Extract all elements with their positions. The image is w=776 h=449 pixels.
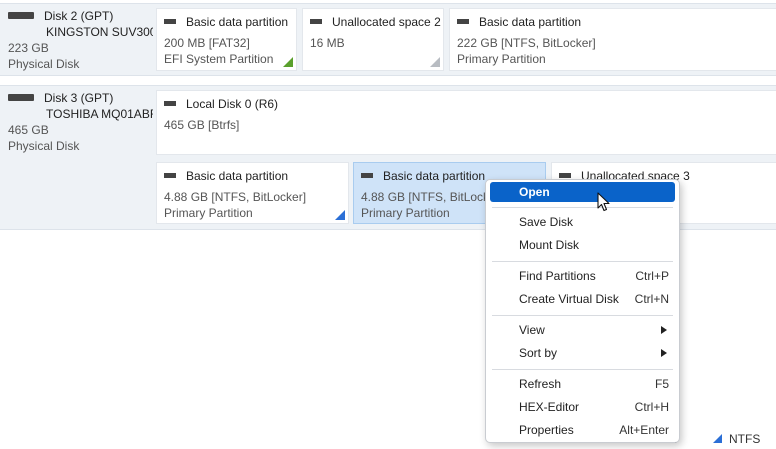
- submenu-arrow-icon: [661, 326, 667, 334]
- legend-ntfs-label: NTFS: [729, 432, 761, 446]
- partition-icon: [559, 173, 571, 179]
- disk-name: Disk 2 (GPT): [44, 9, 114, 23]
- hard-disk-icon: [8, 94, 34, 102]
- partition-title: Basic data partition: [383, 169, 486, 183]
- menu-item-properties[interactable]: Properties Alt+Enter: [490, 420, 675, 440]
- disk-info[interactable]: Disk 2 (GPT) KINGSTON SUV300S 223 GB Phy…: [8, 8, 153, 72]
- menu-shortcut: Ctrl+H: [634, 400, 669, 414]
- menu-item-view[interactable]: View: [490, 320, 675, 340]
- volume-size: 465 GB [Btrfs]: [164, 118, 240, 132]
- menu-item-find-partitions[interactable]: Find Partitions Ctrl+P: [490, 266, 675, 286]
- volume-icon: [164, 101, 176, 107]
- partition-tile[interactable]: Unallocated space 2 16 MB: [302, 8, 444, 71]
- partition-icon: [164, 19, 176, 25]
- partition-size: 200 MB [FAT32]: [164, 36, 250, 50]
- menu-separator: [492, 207, 673, 208]
- menu-item-mount-disk[interactable]: Mount Disk: [490, 235, 675, 255]
- menu-item-label: Find Partitions: [519, 269, 596, 283]
- menu-item-label: Open: [519, 185, 550, 199]
- menu-shortcut: Ctrl+P: [635, 269, 669, 283]
- menu-separator: [492, 369, 673, 370]
- partition-type: Primary Partition: [457, 52, 546, 66]
- partition-size: 222 GB [NTFS, BitLocker]: [457, 36, 596, 50]
- menu-shortcut: Alt+Enter: [619, 423, 669, 437]
- hard-disk-icon: [8, 12, 34, 20]
- disk-model: KINGSTON SUV300S: [46, 25, 153, 39]
- unallocated-marker-icon: [430, 57, 440, 67]
- menu-item-refresh[interactable]: Refresh F5: [490, 374, 675, 394]
- menu-item-save-disk[interactable]: Save Disk: [490, 212, 675, 232]
- partition-size: 4.88 GB [NTFS, BitLocker]: [164, 190, 307, 204]
- disk-kind: Physical Disk: [8, 139, 80, 153]
- menu-item-label: Sort by: [519, 346, 558, 360]
- partition-title: Basic data partition: [479, 15, 582, 29]
- menu-separator: [492, 261, 673, 262]
- menu-item-label: Save Disk: [519, 215, 574, 229]
- menu-shortcut: F5: [654, 377, 669, 391]
- disk-info[interactable]: Disk 3 (GPT) TOSHIBA MQ01ABF0 465 GB Phy…: [8, 90, 153, 154]
- partition-title: Unallocated space 2: [332, 15, 441, 29]
- partition-type: EFI System Partition: [164, 52, 274, 66]
- menu-item-label: Refresh: [519, 377, 562, 391]
- partition-tile[interactable]: Basic data partition 4.88 GB [NTFS, BitL…: [156, 162, 349, 224]
- ntfs-legend-icon: [713, 434, 722, 443]
- legend-ntfs: NTFS: [713, 432, 760, 446]
- menu-shortcut: Ctrl+N: [634, 292, 669, 306]
- mouse-cursor-icon: [597, 192, 610, 212]
- disk-row-disk2[interactable]: Disk 2 (GPT) KINGSTON SUV300S 223 GB Phy…: [0, 3, 776, 76]
- fat32-marker-icon: [283, 57, 293, 67]
- menu-separator: [492, 315, 673, 316]
- disk-size: 223 GB: [8, 41, 49, 55]
- partition-tile[interactable]: Basic data partition 200 MB [FAT32] EFI …: [156, 8, 297, 71]
- partition-icon: [457, 19, 469, 25]
- volume-title: Local Disk 0 (R6): [186, 97, 279, 111]
- partition-icon: [164, 173, 176, 179]
- menu-item-label: Mount Disk: [519, 238, 580, 252]
- menu-item-open[interactable]: Open: [490, 182, 675, 202]
- ntfs-marker-icon: [335, 210, 345, 220]
- partition-title: Basic data partition: [186, 169, 289, 183]
- partition-icon: [361, 173, 373, 179]
- menu-item-label: Properties: [519, 423, 574, 437]
- menu-item-label: Create Virtual Disk: [519, 292, 619, 306]
- menu-item-hex-editor[interactable]: HEX-Editor Ctrl+H: [490, 397, 675, 417]
- partition-type: Primary Partition: [164, 206, 253, 220]
- menu-item-label: View: [519, 323, 545, 337]
- disk-model: TOSHIBA MQ01ABF0: [46, 107, 153, 121]
- menu-item-create-virtual-disk[interactable]: Create Virtual Disk Ctrl+N: [490, 289, 675, 309]
- disk-kind: Physical Disk: [8, 57, 80, 71]
- partition-tile[interactable]: Basic data partition 222 GB [NTFS, BitLo…: [449, 8, 776, 71]
- partition-title: Basic data partition: [186, 15, 289, 29]
- partition-icon: [310, 19, 322, 25]
- menu-item-sort-by[interactable]: Sort by: [490, 343, 675, 363]
- submenu-arrow-icon: [661, 349, 667, 357]
- partition-size: 16 MB: [310, 36, 345, 50]
- context-menu[interactable]: Open Save Disk Mount Disk Find Partition…: [485, 179, 680, 443]
- disk-name: Disk 3 (GPT): [44, 91, 114, 105]
- disk-size: 465 GB: [8, 123, 49, 137]
- menu-item-label: HEX-Editor: [519, 400, 580, 414]
- volume-tile[interactable]: Local Disk 0 (R6) 465 GB [Btrfs]: [156, 90, 776, 155]
